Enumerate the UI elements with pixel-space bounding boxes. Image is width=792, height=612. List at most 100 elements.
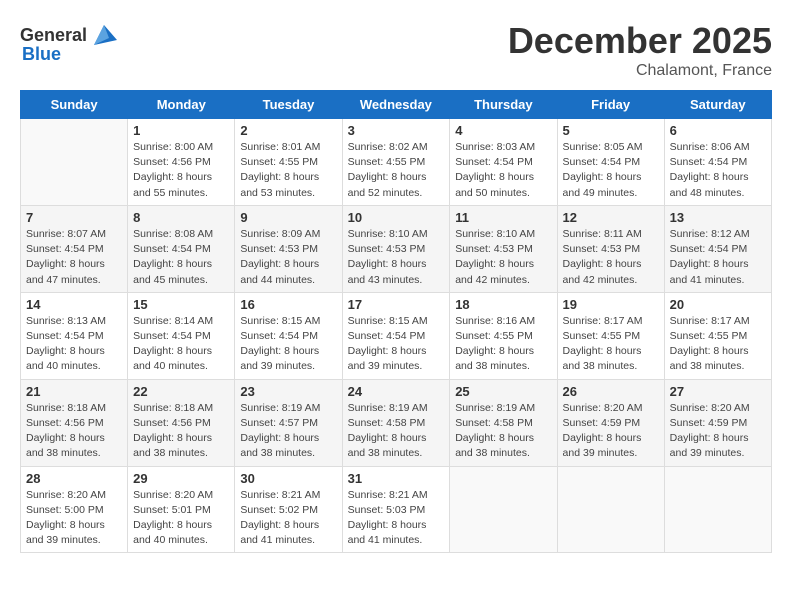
day-header-friday: Friday	[557, 91, 664, 119]
day-info: Sunrise: 8:08 AMSunset: 4:54 PMDaylight:…	[133, 227, 229, 288]
calendar-cell: 15 Sunrise: 8:14 AMSunset: 4:54 PMDayligh…	[128, 292, 235, 379]
day-number: 24	[348, 384, 445, 399]
calendar-cell: 22 Sunrise: 8:18 AMSunset: 4:56 PMDayligh…	[128, 379, 235, 466]
calendar-cell: 26 Sunrise: 8:20 AMSunset: 4:59 PMDayligh…	[557, 379, 664, 466]
calendar-cell: 24 Sunrise: 8:19 AMSunset: 4:58 PMDayligh…	[342, 379, 450, 466]
day-info: Sunrise: 8:07 AMSunset: 4:54 PMDaylight:…	[26, 227, 122, 288]
day-number: 26	[563, 384, 659, 399]
calendar-cell: 9 Sunrise: 8:09 AMSunset: 4:53 PMDaylight…	[235, 205, 342, 292]
day-number: 2	[240, 123, 336, 138]
calendar-cell: 8 Sunrise: 8:08 AMSunset: 4:54 PMDaylight…	[128, 205, 235, 292]
calendar-cell: 5 Sunrise: 8:05 AMSunset: 4:54 PMDaylight…	[557, 119, 664, 206]
day-info: Sunrise: 8:19 AMSunset: 4:57 PMDaylight:…	[240, 401, 336, 462]
day-number: 4	[455, 123, 551, 138]
calendar-cell: 12 Sunrise: 8:11 AMSunset: 4:53 PMDayligh…	[557, 205, 664, 292]
day-number: 18	[455, 297, 551, 312]
calendar-cell: 6Sunrise: 8:06 AMSunset: 4:54 PMDaylight…	[664, 119, 771, 206]
calendar-cell	[557, 466, 664, 553]
title-area: December 2025 Chalamont, France	[508, 20, 772, 80]
day-info: Sunrise: 8:15 AMSunset: 4:54 PMDaylight:…	[348, 314, 445, 375]
calendar-cell: 14Sunrise: 8:13 AMSunset: 4:54 PMDayligh…	[21, 292, 128, 379]
calendar-cell: 19Sunrise: 8:17 AMSunset: 4:55 PMDayligh…	[557, 292, 664, 379]
calendar-cell: 13Sunrise: 8:12 AMSunset: 4:54 PMDayligh…	[664, 205, 771, 292]
day-header-saturday: Saturday	[664, 91, 771, 119]
week-row-5: 28Sunrise: 8:20 AMSunset: 5:00 PMDayligh…	[21, 466, 772, 553]
day-number: 25	[455, 384, 551, 399]
day-info: Sunrise: 8:17 AMSunset: 4:55 PMDaylight:…	[670, 314, 766, 375]
location-title: Chalamont, France	[508, 62, 772, 80]
day-number: 8	[133, 210, 229, 225]
day-number: 28	[26, 471, 122, 486]
day-info: Sunrise: 8:20 AMSunset: 5:01 PMDaylight:…	[133, 488, 229, 549]
logo-blue: Blue	[22, 44, 61, 65]
calendar-cell: 23 Sunrise: 8:19 AMSunset: 4:57 PMDayligh…	[235, 379, 342, 466]
day-info: Sunrise: 8:21 AMSunset: 5:02 PMDaylight:…	[240, 488, 336, 549]
calendar-cell: 25 Sunrise: 8:19 AMSunset: 4:58 PMDayligh…	[450, 379, 557, 466]
week-row-1: 1 Sunrise: 8:00 AMSunset: 4:56 PMDaylight…	[21, 119, 772, 206]
day-number: 13	[670, 210, 766, 225]
day-number: 11	[455, 210, 551, 225]
calendar-cell: 7 Sunrise: 8:07 AMSunset: 4:54 PMDaylight…	[21, 205, 128, 292]
calendar-cell: 20 Sunrise: 8:17 AMSunset: 4:55 PMDayligh…	[664, 292, 771, 379]
day-number: 29	[133, 471, 229, 486]
calendar-cell: 1 Sunrise: 8:00 AMSunset: 4:56 PMDaylight…	[128, 119, 235, 206]
day-info: Sunrise: 8:19 AMSunset: 4:58 PMDaylight:…	[348, 401, 445, 462]
day-number: 27	[670, 384, 766, 399]
day-number: 1	[133, 123, 229, 138]
calendar-cell: 3 Sunrise: 8:02 AMSunset: 4:55 PMDaylight…	[342, 119, 450, 206]
calendar-cell	[21, 119, 128, 206]
day-number: 16	[240, 297, 336, 312]
day-info: Sunrise: 8:05 AMSunset: 4:54 PMDaylight:…	[563, 140, 659, 201]
day-number: 5	[563, 123, 659, 138]
week-row-3: 14Sunrise: 8:13 AMSunset: 4:54 PMDayligh…	[21, 292, 772, 379]
calendar-cell: 11Sunrise: 8:10 AMSunset: 4:53 PMDayligh…	[450, 205, 557, 292]
day-number: 30	[240, 471, 336, 486]
calendar-table: SundayMondayTuesdayWednesdayThursdayFrid…	[20, 90, 772, 553]
day-number: 15	[133, 297, 229, 312]
day-info: Sunrise: 8:11 AMSunset: 4:53 PMDaylight:…	[563, 227, 659, 288]
day-info: Sunrise: 8:01 AMSunset: 4:55 PMDaylight:…	[240, 140, 336, 201]
day-info: Sunrise: 8:09 AMSunset: 4:53 PMDaylight:…	[240, 227, 336, 288]
day-number: 23	[240, 384, 336, 399]
logo-general: General	[20, 25, 87, 46]
day-info: Sunrise: 8:00 AMSunset: 4:56 PMDaylight:…	[133, 140, 229, 201]
calendar-cell: 16Sunrise: 8:15 AMSunset: 4:54 PMDayligh…	[235, 292, 342, 379]
day-info: Sunrise: 8:06 AMSunset: 4:54 PMDaylight:…	[670, 140, 766, 201]
day-number: 20	[670, 297, 766, 312]
day-number: 21	[26, 384, 122, 399]
calendar-cell	[450, 466, 557, 553]
month-title: December 2025	[508, 20, 772, 62]
day-info: Sunrise: 8:18 AMSunset: 4:56 PMDaylight:…	[133, 401, 229, 462]
day-number: 31	[348, 471, 445, 486]
day-number: 22	[133, 384, 229, 399]
calendar-cell: 18 Sunrise: 8:16 AMSunset: 4:55 PMDayligh…	[450, 292, 557, 379]
day-info: Sunrise: 8:19 AMSunset: 4:58 PMDaylight:…	[455, 401, 551, 462]
day-number: 10	[348, 210, 445, 225]
week-row-2: 7 Sunrise: 8:07 AMSunset: 4:54 PMDaylight…	[21, 205, 772, 292]
calendar-cell	[664, 466, 771, 553]
calendar-cell: 29 Sunrise: 8:20 AMSunset: 5:01 PMDayligh…	[128, 466, 235, 553]
day-header-monday: Monday	[128, 91, 235, 119]
day-header-sunday: Sunday	[21, 91, 128, 119]
calendar-cell: 21 Sunrise: 8:18 AMSunset: 4:56 PMDayligh…	[21, 379, 128, 466]
day-info: Sunrise: 8:20 AMSunset: 4:59 PMDaylight:…	[563, 401, 659, 462]
week-row-4: 21 Sunrise: 8:18 AMSunset: 4:56 PMDayligh…	[21, 379, 772, 466]
day-header-tuesday: Tuesday	[235, 91, 342, 119]
calendar-cell: 4Sunrise: 8:03 AMSunset: 4:54 PMDaylight…	[450, 119, 557, 206]
day-number: 19	[563, 297, 659, 312]
day-number: 9	[240, 210, 336, 225]
calendar-cell: 10 Sunrise: 8:10 AMSunset: 4:53 PMDayligh…	[342, 205, 450, 292]
day-number: 12	[563, 210, 659, 225]
day-number: 7	[26, 210, 122, 225]
day-info: Sunrise: 8:20 AMSunset: 4:59 PMDaylight:…	[670, 401, 766, 462]
day-info: Sunrise: 8:10 AMSunset: 4:53 PMDaylight:…	[348, 227, 445, 288]
calendar-cell: 28Sunrise: 8:20 AMSunset: 5:00 PMDayligh…	[21, 466, 128, 553]
day-info: Sunrise: 8:18 AMSunset: 4:56 PMDaylight:…	[26, 401, 122, 462]
calendar-cell: 30 Sunrise: 8:21 AMSunset: 5:02 PMDayligh…	[235, 466, 342, 553]
day-number: 3	[348, 123, 445, 138]
day-info: Sunrise: 8:02 AMSunset: 4:55 PMDaylight:…	[348, 140, 445, 201]
day-info: Sunrise: 8:16 AMSunset: 4:55 PMDaylight:…	[455, 314, 551, 375]
day-info: Sunrise: 8:14 AMSunset: 4:54 PMDaylight:…	[133, 314, 229, 375]
page-header: General Blue December 2025 Chalamont, Fr…	[20, 20, 772, 80]
day-headers-row: SundayMondayTuesdayWednesdayThursdayFrid…	[21, 91, 772, 119]
